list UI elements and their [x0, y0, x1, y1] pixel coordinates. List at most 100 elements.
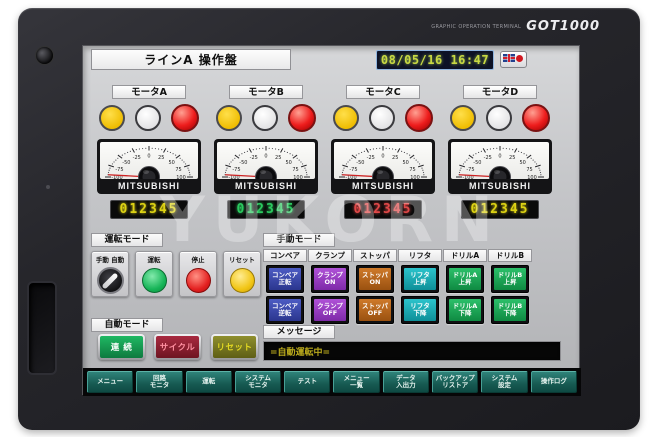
motor-panel-1: モータA-100-75-50-250255075100MITSUBISHI012…	[97, 85, 201, 237]
reset-button-panel: リセット	[223, 251, 261, 297]
manual-action-button[interactable]: コンベア 逆転	[266, 296, 304, 324]
manual-action-button[interactable]: ドリルB 上昇	[491, 265, 529, 293]
yellow-lamp-indicator	[99, 105, 125, 131]
manual-action-button[interactable]: クランプ ON	[311, 265, 349, 293]
manual-action-button[interactable]: ストッパ OFF	[356, 296, 394, 324]
meter-dial: -100-75-50-250255075100	[100, 142, 198, 179]
svg-text:75: 75	[175, 167, 181, 173]
meter-brand-label: MITSUBISHI	[100, 179, 198, 194]
svg-text:0: 0	[264, 154, 267, 160]
meter-dial: -100-75-50-250255075100	[334, 142, 432, 179]
red-lamp-indicator	[288, 104, 316, 132]
auto-mode-button-2[interactable]: サイクル	[154, 334, 201, 360]
manual-action-button[interactable]: ストッパ ON	[356, 265, 394, 293]
svg-text:-25: -25	[367, 155, 375, 161]
got1000-terminal-bezel: GRAPHIC OPERATION TERMINAL GOT1000 MITSU…	[18, 8, 640, 430]
stop-button-panel: 停止	[179, 251, 217, 297]
meter-dial: -100-75-50-250255075100	[451, 142, 549, 179]
svg-text:-50: -50	[356, 160, 364, 166]
motor-name-label: モータA	[112, 85, 186, 99]
svg-text:75: 75	[292, 167, 298, 173]
manual-action-button[interactable]: ドリルB 下降	[491, 296, 529, 324]
menu-button-1[interactable]: メニュー	[87, 371, 133, 393]
svg-text:100: 100	[527, 175, 537, 179]
menu-button-7[interactable]: データ 入出力	[383, 371, 429, 393]
menu-button-6[interactable]: メニュー 一覧	[333, 371, 379, 393]
menu-button-5[interactable]: テスト	[284, 371, 330, 393]
meter-brand-label: MITSUBISHI	[217, 179, 315, 194]
manual-action-button-label: リフタ 上昇	[404, 268, 436, 290]
svg-text:75: 75	[409, 167, 415, 173]
yellow-lamp-indicator	[333, 105, 359, 131]
page-title: ラインA 操作盤	[91, 49, 291, 70]
run-mode-section-label: 運転モード	[91, 233, 163, 247]
menu-button-10[interactable]: 操作ログ	[531, 371, 577, 393]
language-switch-button[interactable]	[500, 51, 527, 68]
menu-button-4[interactable]: システム モニタ	[235, 371, 281, 393]
manual-action-button[interactable]: クランプ OFF	[311, 296, 349, 324]
manual-group-label: ドリルB	[488, 249, 532, 262]
meter-brand-label: MITSUBISHI	[334, 179, 432, 194]
svg-text:-75: -75	[232, 167, 240, 173]
digital-counter-display: 012345	[110, 200, 188, 219]
selector-label: 手動 自動	[92, 254, 128, 264]
motor-name-label: モータD	[463, 85, 537, 99]
svg-text:50: 50	[168, 160, 174, 166]
svg-text:50: 50	[402, 160, 408, 166]
run-button[interactable]	[142, 268, 167, 293]
human-sensor-icon	[36, 47, 53, 64]
reset-button-label: リセット	[224, 254, 260, 264]
manual-mode-section-label: 手動モード	[263, 233, 335, 247]
svg-text:25: 25	[392, 155, 398, 161]
manual-action-button-label: リフタ 下降	[404, 299, 436, 321]
lamp-row	[97, 104, 201, 132]
menu-button-3[interactable]: 運転	[186, 371, 232, 393]
manual-action-button[interactable]: ドリルA 上昇	[446, 265, 484, 293]
manual-group-label: コンベア	[263, 249, 307, 262]
manual-auto-selector-switch[interactable]	[97, 267, 124, 294]
analog-meter: -100-75-50-250255075100MITSUBISHI	[448, 139, 552, 194]
svg-text:100: 100	[410, 175, 420, 179]
touch-screen: ラインA 操作盤 08/05/16 16:47 モータA-100-75-50-2…	[82, 45, 580, 395]
japan-flag-icon	[516, 55, 523, 62]
svg-text:50: 50	[285, 160, 291, 166]
manual-action-button[interactable]: コンベア 正転	[266, 265, 304, 293]
manual-action-button-label: ドリルB 下降	[494, 299, 526, 321]
manual-action-button[interactable]: ドリルA 下降	[446, 296, 484, 324]
lamp-row	[214, 104, 318, 132]
manual-group-5: ドリルAドリルA 上昇ドリルA 下降	[443, 249, 487, 324]
menu-button-2[interactable]: 回路 モニタ	[136, 371, 182, 393]
analog-meter: -100-75-50-250255075100MITSUBISHI	[214, 139, 318, 194]
svg-text:-25: -25	[250, 155, 258, 161]
reset-button[interactable]	[230, 268, 255, 293]
menu-button-8[interactable]: バックアップ リストア	[432, 371, 478, 393]
power-led-icon	[46, 185, 50, 189]
model-label: GOT1000	[526, 19, 600, 34]
yellow-lamp-indicator	[450, 105, 476, 131]
svg-text:75: 75	[526, 167, 532, 173]
usb-cover-slot[interactable]	[27, 281, 57, 375]
svg-text:-50: -50	[473, 160, 481, 166]
auto-mode-button-3[interactable]: リセット	[211, 334, 258, 360]
svg-text:0: 0	[498, 154, 501, 160]
svg-text:0: 0	[381, 154, 384, 160]
lamp-row	[331, 104, 435, 132]
stop-button-label: 停止	[180, 254, 216, 264]
manual-action-button[interactable]: リフタ 上昇	[401, 265, 439, 293]
meter-brand-label: MITSUBISHI	[451, 179, 549, 194]
manual-group-1: コンベアコンベア 正転コンベア 逆転	[263, 249, 307, 324]
white-lamp-indicator	[486, 105, 512, 131]
manual-action-button-label: クランプ ON	[314, 268, 346, 290]
auto-mode-button-1[interactable]: 連 続	[98, 334, 145, 360]
svg-text:25: 25	[158, 155, 164, 161]
white-lamp-indicator	[252, 105, 278, 131]
svg-text:-75: -75	[115, 167, 123, 173]
manual-action-button-label: ドリルA 下降	[449, 299, 481, 321]
svg-text:-75: -75	[466, 167, 474, 173]
svg-text:-75: -75	[349, 167, 357, 173]
manual-action-button-label: ドリルB 上昇	[494, 268, 526, 290]
stop-button[interactable]	[186, 268, 211, 293]
menu-button-9[interactable]: システム 設定	[481, 371, 527, 393]
manual-action-button[interactable]: リフタ 下降	[401, 296, 439, 324]
svg-text:25: 25	[509, 155, 515, 161]
